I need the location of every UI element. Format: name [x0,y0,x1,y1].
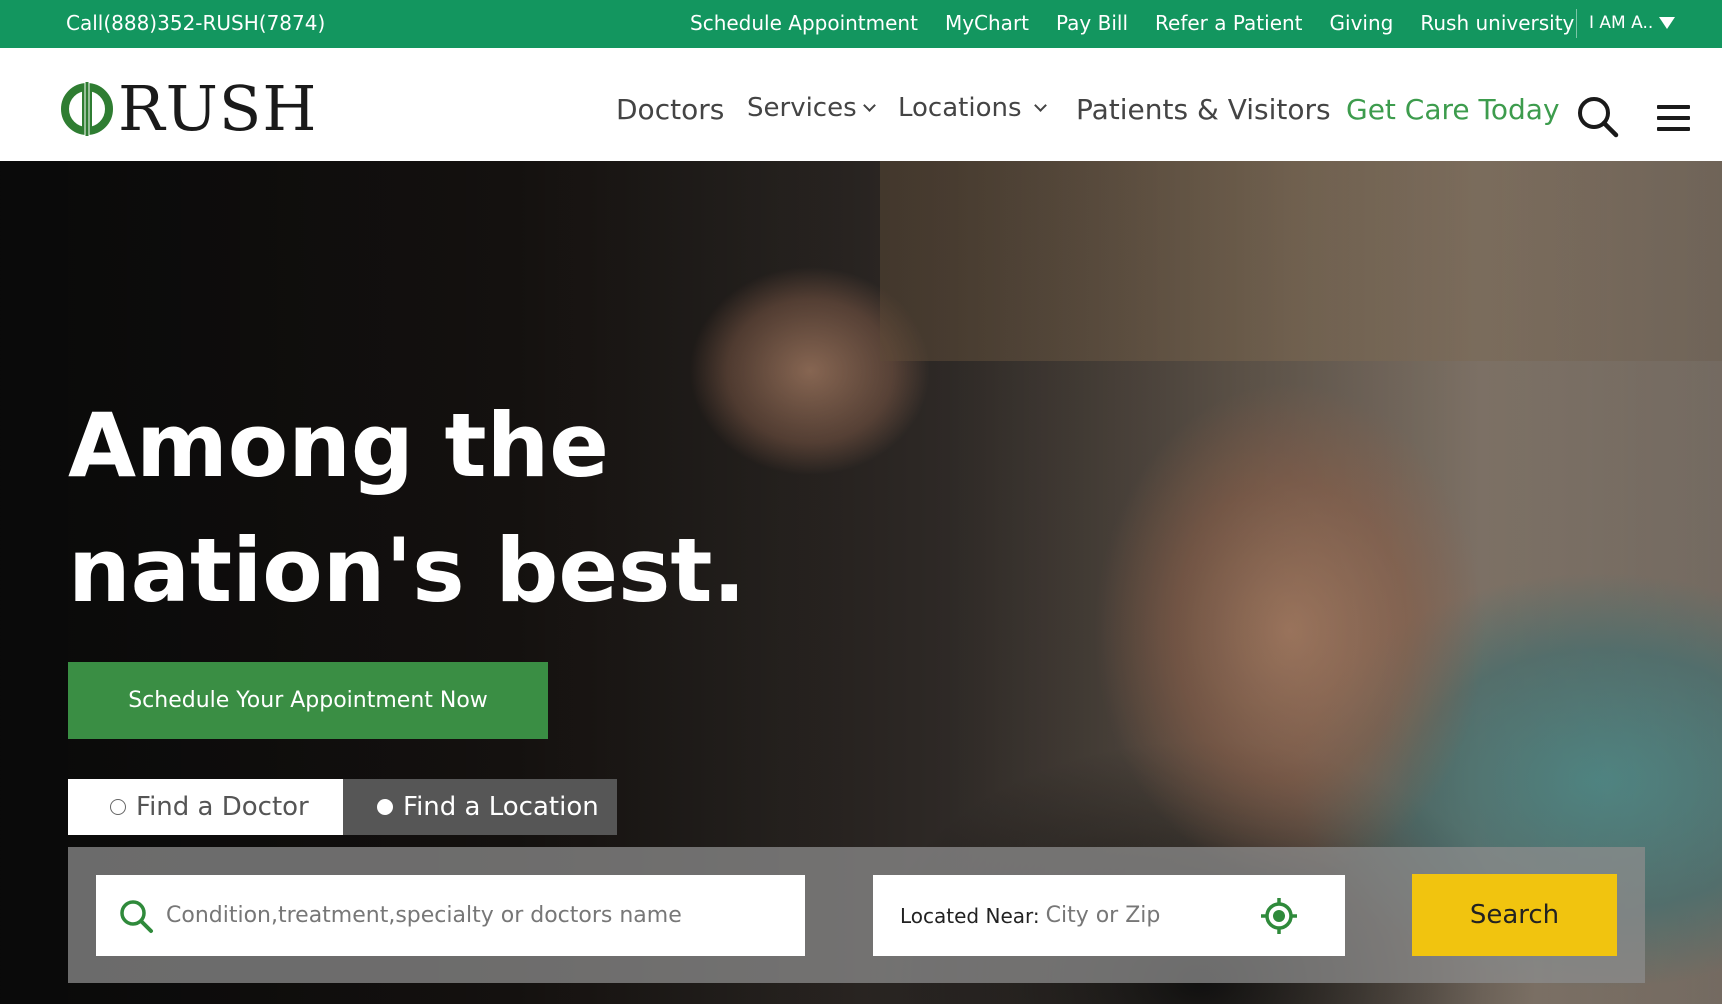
tab-find-doctor-label: Find a Doctor [136,792,309,822]
location-target-icon[interactable] [1259,896,1299,940]
nav-services-label: Services [747,93,857,123]
search-icon [118,898,154,934]
chevron-down-icon [862,98,876,112]
nav-doctors[interactable]: Doctors [616,93,724,126]
tab-find-location[interactable]: Find a Location [343,779,617,835]
nav-get-care-today[interactable]: Get Care Today [1346,93,1560,126]
utility-bar: Call(888)352-RUSH(7874) Schedule Appoint… [0,0,1722,48]
nav-services[interactable]: Services [747,93,876,123]
nav-patients-visitors[interactable]: Patients & Visitors [1076,93,1331,126]
located-near-label: Located Near: [900,903,1040,928]
divider [1576,9,1577,38]
i-am-a-dropdown[interactable]: I AM A.. [1589,13,1676,33]
link-mychart[interactable]: MyChart [945,11,1029,35]
radio-find-doctor[interactable] [110,799,126,815]
search-icon[interactable] [1577,96,1619,142]
nav-locations[interactable]: Locations [898,93,1047,123]
utility-links: Schedule Appointment MyChart Pay Bill Re… [690,11,1601,35]
rush-wordmark: RUSH [118,72,318,145]
link-pay-bill[interactable]: Pay Bill [1056,11,1128,35]
chevron-down-icon [1033,98,1047,112]
keyword-input[interactable] [166,903,786,928]
rush-logo-mark-icon [61,82,113,136]
search-panel: Located Near: Search [68,847,1645,983]
hero-headline: Among the nation's best. [68,383,788,633]
main-navigation: RUSH Doctors Services Locations Patients… [0,48,1722,161]
nav-locations-label: Locations [898,93,1022,123]
tab-find-location-label: Find a Location [403,792,599,822]
link-rush-university[interactable]: Rush university [1420,11,1574,35]
location-input[interactable] [1045,903,1256,928]
menu-icon[interactable] [1657,105,1690,138]
caret-down-icon [1659,17,1676,29]
tab-find-doctor[interactable]: Find a Doctor [68,779,343,835]
rush-logo[interactable]: RUSH [60,78,317,140]
location-field[interactable]: Located Near: [873,875,1345,956]
phone-number[interactable]: Call(888)352-RUSH(7874) [66,11,325,35]
hero-banner: Among the nation's best. Schedule Your A… [0,161,1722,1004]
link-schedule-appointment[interactable]: Schedule Appointment [690,11,918,35]
link-refer-patient[interactable]: Refer a Patient [1155,11,1302,35]
headline-line-2: nation's best. [68,519,746,622]
search-button[interactable]: Search [1412,874,1617,956]
headline-line-1: Among the [68,394,609,497]
keyword-field[interactable] [96,875,805,956]
radio-find-location[interactable] [377,799,393,815]
schedule-appointment-button[interactable]: Schedule Your Appointment Now [68,662,548,739]
i-am-a-label: I AM A.. [1589,13,1654,33]
link-giving[interactable]: Giving [1330,11,1394,35]
